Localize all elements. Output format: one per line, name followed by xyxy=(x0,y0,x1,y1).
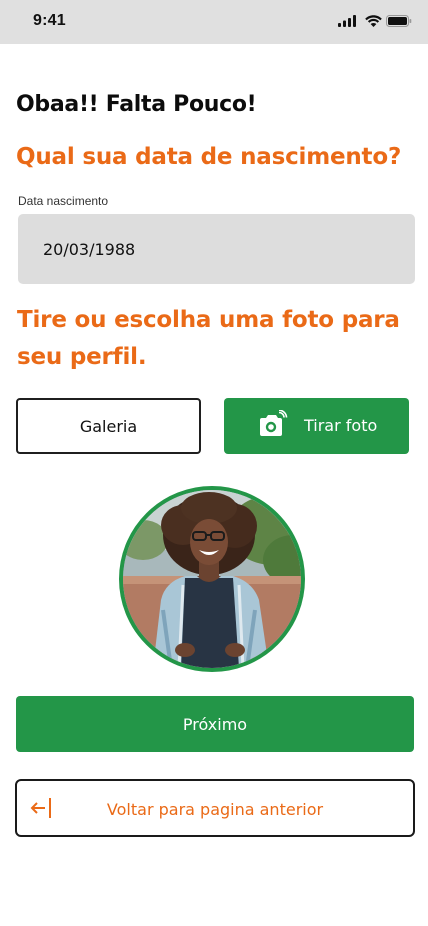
birth-date-question: Qual sua data de nascimento? xyxy=(16,144,402,170)
birth-date-field[interactable]: 20/03/1988 xyxy=(18,214,415,284)
birth-date-value: 20/03/1988 xyxy=(43,240,136,259)
gallery-button[interactable]: Galeria xyxy=(16,398,201,454)
next-button[interactable]: Próximo xyxy=(16,696,414,752)
profile-photo-avatar xyxy=(119,486,305,672)
status-bar: 9:41 xyxy=(0,0,428,44)
profile-photo-image xyxy=(123,490,301,668)
take-photo-button[interactable]: Tirar foto xyxy=(224,398,409,454)
camera-icon xyxy=(260,410,288,436)
battery-icon xyxy=(386,15,412,27)
photo-prompt: Tire ou escolha uma foto para seu perfil… xyxy=(17,307,400,370)
gallery-button-label: Galeria xyxy=(79,416,138,436)
birth-date-label: Data nascimento xyxy=(18,194,109,208)
wifi-icon xyxy=(365,15,382,27)
back-button-label: Voltar para pagina anterior xyxy=(106,800,324,819)
back-button[interactable]: Voltar para pagina anterior xyxy=(15,779,415,837)
signal-icon xyxy=(338,15,356,27)
next-button-label: Próximo xyxy=(182,714,248,734)
page-title: Obaa!! Falta Pouco! xyxy=(16,92,257,117)
status-time: 9:41 xyxy=(33,12,66,29)
profile-setup-screen: 9:41 Obaa!! Falta Pouco! Qual sua data d… xyxy=(0,0,428,926)
take-photo-button-label: Tirar foto xyxy=(304,416,378,435)
